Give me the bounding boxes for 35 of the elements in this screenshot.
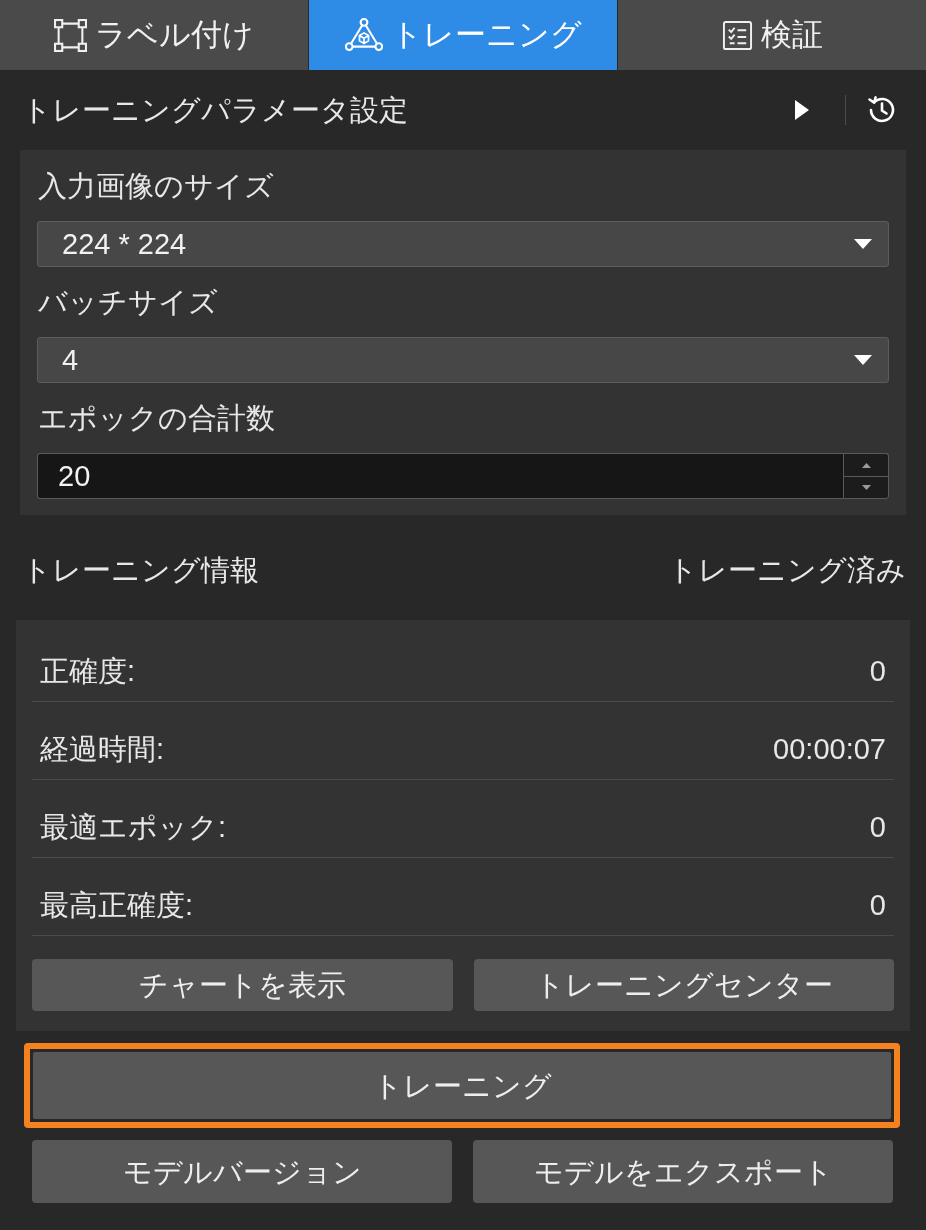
caret-down-icon [861,485,871,490]
play-icon[interactable] [795,100,809,120]
panel-button[interactable]: トレーニングセンター [473,959,894,1011]
checklist-icon [721,19,753,51]
decrement-button[interactable] [843,476,889,499]
metric-label: 最適エポック: [40,810,227,845]
metric-value: 0 [869,888,886,923]
panel-button[interactable]: チャートを表示 [32,959,453,1011]
dropdown-field[interactable]: 4 [37,337,889,383]
metric-label: 正確度: [40,654,136,689]
dropdown-field[interactable]: 224 * 224 [37,221,889,267]
tab[interactable]: 検証 [618,0,926,70]
metric-label: 経過時間: [40,732,165,767]
field-label: バッチサイズ [37,285,219,320]
metric-value: 00:00:07 [773,732,886,767]
caret-up-icon [861,462,871,468]
bounding-box-icon [54,18,87,52]
tab[interactable]: ラベル付け [0,0,308,70]
section-title: トレーニングパラメータ設定 [22,93,409,128]
increment-button[interactable] [843,453,889,476]
model-button[interactable]: モデルバージョン [32,1140,452,1203]
section-title: トレーニング情報 [22,553,259,588]
triangle-network-icon [344,18,383,52]
metric-label: 最高正確度: [40,888,194,923]
metric-value: 0 [869,654,886,689]
caret-down-icon [854,239,872,249]
metric-value: 0 [869,810,886,845]
model-button[interactable]: モデルをエクスポート [473,1140,893,1203]
status-text: トレーニング済み [668,553,906,588]
train-button[interactable]: トレーニング [33,1052,891,1119]
caret-down-icon [854,355,872,365]
field-label: エポックの合計数 [37,401,276,436]
tab[interactable]: トレーニング [309,0,617,70]
field-label: 入力画像のサイズ [37,169,275,204]
number-field[interactable]: 20 [37,453,843,499]
